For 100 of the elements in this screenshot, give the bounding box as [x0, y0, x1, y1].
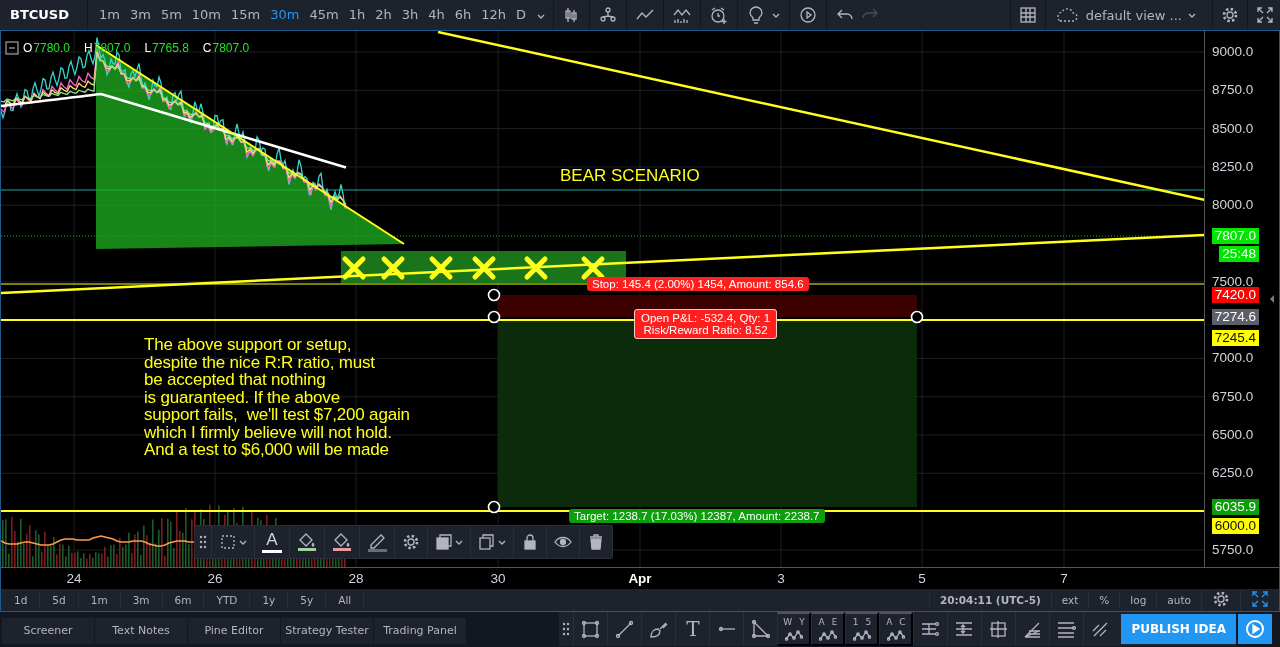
panel-tab[interactable]: Pine Editor — [188, 618, 281, 644]
range-button[interactable]: 1d — [1, 593, 41, 607]
paint-bucket-icon[interactable] — [297, 532, 317, 552]
collapse-arrow-icon[interactable] — [1269, 294, 1275, 304]
note-text: The above support or setup, despite the nice R:R ratio, must be accepted that nothing is guaranteed. If the above support fails, we'll test $7,200 again which I firmly believe will not hold. And a test to $6,000 will be made — [144, 336, 410, 459]
lock-icon[interactable] — [521, 533, 539, 551]
price-tick: 9000.0 — [1212, 44, 1254, 60]
nodes-icon[interactable] — [599, 6, 618, 24]
caret-icon[interactable] — [772, 11, 781, 19]
range-button[interactable]: YTD — [204, 593, 251, 607]
clock-text: 20:04:11 (UTC-5) — [928, 593, 1051, 607]
time-label: 24 — [66, 571, 82, 586]
interval-button[interactable]: 3m — [124, 0, 156, 30]
scale-option[interactable]: auto — [1156, 593, 1201, 607]
legend-value: 7780.0 — [33, 41, 71, 55]
price-tick: 6500.0 — [1212, 427, 1254, 443]
parallel-lines-icon[interactable] — [1057, 619, 1077, 639]
play-button[interactable] — [1238, 614, 1272, 644]
price-tick: 7500.0 — [1212, 273, 1254, 290]
paint-bucket-icon[interactable] — [332, 532, 352, 552]
collapse-icon[interactable] — [5, 41, 19, 55]
time-label: 3 — [777, 571, 785, 586]
legend-value: 7765.8 — [152, 41, 189, 55]
price-badge: 7274.6 — [1211, 309, 1259, 325]
fullscreen-icon[interactable] — [1251, 589, 1269, 608]
caret-icon[interactable] — [239, 538, 247, 546]
fullscreen-icon[interactable] — [1256, 6, 1274, 24]
drag-handle[interactable] — [487, 288, 501, 302]
text-tool-button[interactable]: T — [686, 617, 700, 641]
drag-handle[interactable] — [487, 500, 501, 514]
range-button[interactable]: 1y — [250, 593, 289, 607]
interval-button[interactable]: 4h — [423, 0, 450, 30]
pattern-tool-button[interactable]: 1 5 — [845, 612, 880, 646]
price-badge: 6000.0 — [1211, 518, 1259, 534]
interval-button[interactable]: 1m — [94, 0, 125, 30]
range-button[interactable]: 5d — [40, 593, 79, 607]
panel-tab[interactable]: Screener — [2, 618, 95, 644]
interval-button[interactable]: 2h — [370, 0, 397, 30]
panel-tab[interactable]: Trading Panel — [374, 618, 467, 644]
interval-button[interactable]: 30m — [265, 0, 305, 30]
range-button[interactable]: 5y — [288, 593, 327, 607]
range-button[interactable]: 3m — [120, 593, 163, 607]
rectangle-icon[interactable] — [581, 619, 601, 639]
range-button[interactable]: All — [326, 593, 365, 607]
interval-button[interactable]: 45m — [304, 0, 344, 30]
drag-handle[interactable] — [487, 310, 501, 324]
grip-icon[interactable] — [562, 621, 571, 637]
caret-icon[interactable] — [1188, 11, 1196, 19]
grip-icon[interactable] — [199, 534, 207, 550]
price-tick: 8000.0 — [1212, 197, 1254, 214]
caret-icon[interactable] — [537, 12, 546, 20]
settings-icon[interactable] — [1221, 6, 1239, 24]
interval-button[interactable]: 5m — [155, 0, 187, 30]
alarm-clock-icon[interactable] — [710, 6, 729, 24]
copy-icon[interactable] — [478, 533, 496, 551]
price-tick: 8500.0 — [1212, 120, 1254, 137]
line-icon[interactable] — [615, 619, 635, 639]
layers-icon[interactable] — [435, 533, 453, 551]
replay-icon[interactable] — [799, 6, 818, 24]
price-tick: 8250.0 — [1212, 158, 1254, 175]
settings-icon[interactable] — [402, 533, 420, 551]
panel-tab[interactable]: Strategy Tester — [281, 618, 374, 644]
grid-icon[interactable] — [1018, 6, 1037, 24]
symbol-name[interactable]: BTCUSD — [0, 0, 88, 30]
pattern-tool-button[interactable]: A E — [811, 612, 846, 646]
price-tick: 6250.0 — [1212, 465, 1254, 482]
interval-button[interactable]: 15m — [226, 0, 266, 30]
time-label: 30 — [490, 571, 506, 586]
interval-button[interactable]: 1h — [343, 0, 371, 30]
settings-icon[interactable] — [1212, 589, 1230, 608]
drag-handle[interactable] — [910, 310, 924, 324]
interval-button[interactable]: 3h — [396, 0, 424, 30]
range-button[interactable]: 6m — [162, 593, 205, 607]
triangle-icon[interactable] — [750, 619, 771, 639]
scale-option[interactable]: % — [1088, 593, 1120, 607]
caret-icon[interactable] — [498, 538, 506, 546]
caret-icon[interactable] — [455, 538, 463, 546]
trash-icon[interactable] — [587, 533, 605, 551]
interval-button[interactable]: 10m — [186, 0, 227, 30]
grid-box-icon[interactable] — [989, 619, 1009, 639]
scale-option[interactable]: ext — [1050, 593, 1089, 607]
price-badge: 7807.0 — [1211, 228, 1259, 244]
pencil-icon[interactable] — [367, 532, 387, 552]
text-color-button[interactable]: A — [262, 531, 282, 553]
scenario-title: BEAR SCENARIO — [560, 166, 700, 186]
pattern-tool-button[interactable]: A C — [879, 612, 914, 646]
time-label: 7 — [1060, 571, 1068, 586]
panel-tab[interactable]: Text Notes — [95, 618, 188, 644]
lightbulb-icon[interactable] — [747, 6, 766, 24]
select-area-icon[interactable] — [219, 533, 237, 551]
price-badge: 7245.4 — [1211, 330, 1259, 346]
pattern-tool-button[interactable]: W Y — [777, 612, 812, 646]
interval-button[interactable]: 6h — [449, 0, 477, 30]
fib-extension-icon[interactable] — [955, 620, 975, 638]
fib-levels-icon[interactable] — [921, 620, 941, 638]
range-button[interactable]: 1m — [78, 593, 121, 607]
layout-name[interactable]: default view ... — [1085, 7, 1182, 23]
interval-button[interactable]: D — [511, 0, 532, 30]
scale-option[interactable]: log — [1119, 593, 1157, 607]
interval-button[interactable]: 12h — [476, 0, 512, 30]
